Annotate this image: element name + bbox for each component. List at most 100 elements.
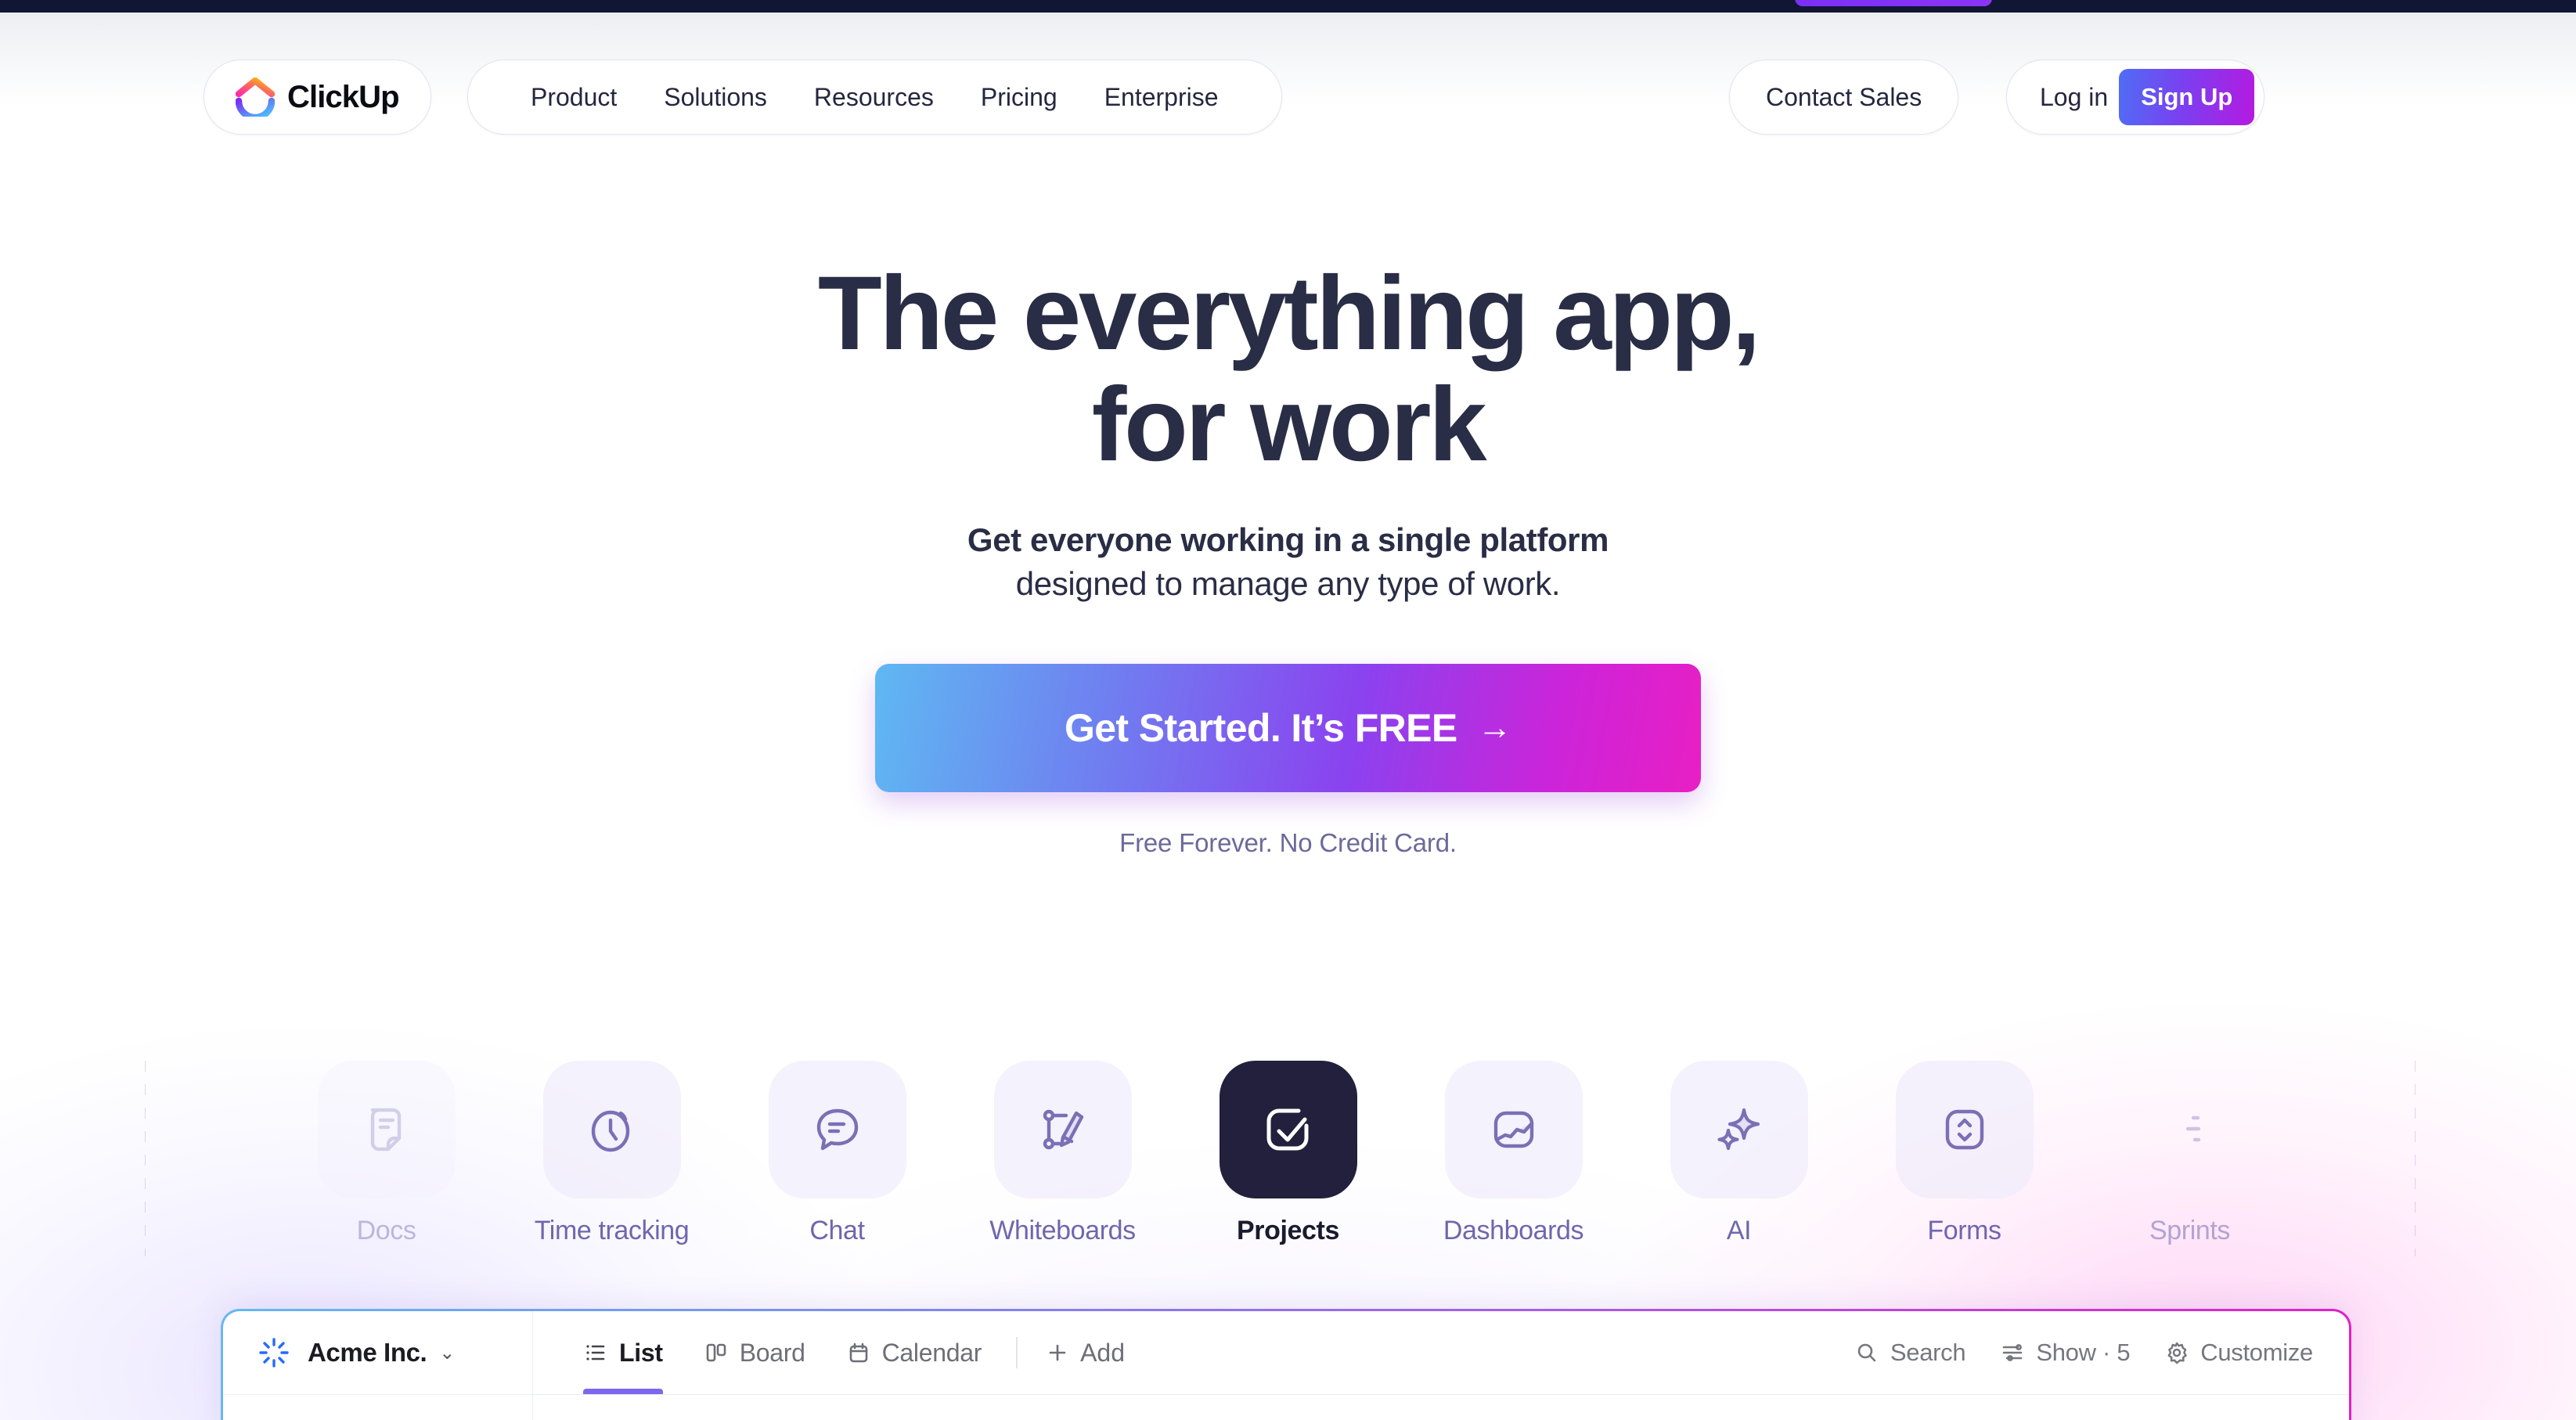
search-icon <box>1854 1340 1879 1365</box>
customize-button[interactable]: Customize <box>2164 1339 2313 1367</box>
landing-page: ClickUp Product Solutions Resources Pric… <box>0 0 2576 1420</box>
carousel-tile-time-tracking <box>542 1061 681 1198</box>
nav-item-resources[interactable]: Resources <box>791 59 957 135</box>
hero-title-line-1: The everything app, <box>817 255 1761 372</box>
hero-title: The everything app, for work <box>0 258 2576 481</box>
app-preview-panel: Acme Inc. ⌄ List Board Calendar Add Sear… <box>221 1309 2351 1420</box>
form-stepper-icon <box>1934 1099 1995 1160</box>
search-label: Search <box>1890 1339 1966 1366</box>
carousel-tile-docs <box>317 1061 456 1198</box>
carousel-label-time-tracking: Time tracking <box>534 1216 690 1245</box>
carousel-tile-projects <box>1219 1061 1357 1198</box>
carousel-tile-forms <box>1895 1061 2034 1198</box>
app-sidebar: Acme Inc. ⌄ <box>223 1311 533 1420</box>
gear-icon <box>2164 1340 2189 1365</box>
carousel-item-sprints[interactable]: Sprints <box>2077 1061 2303 1246</box>
sparkles-icon <box>1709 1099 1770 1160</box>
carousel-label-chat: Chat <box>809 1216 865 1245</box>
carousel-item-whiteboards[interactable]: Whiteboards <box>950 1061 1176 1246</box>
tab-list[interactable]: List <box>563 1311 683 1394</box>
carousel-label-sprints: Sprints <box>2149 1216 2231 1245</box>
hero-title-line-2: for work <box>1091 366 1487 484</box>
carousel-label-projects: Projects <box>1237 1216 1339 1245</box>
calendar-icon <box>846 1340 871 1365</box>
nav-item-product[interactable]: Product <box>507 59 640 135</box>
nav-item-solutions[interactable]: Solutions <box>640 59 791 135</box>
carousel-label-whiteboards: Whiteboards <box>989 1216 1136 1245</box>
show-filter-button[interactable]: Show · 5 <box>2000 1339 2131 1367</box>
carousel-label-ai: AI <box>1726 1216 1752 1245</box>
carousel-tile-chat <box>768 1061 906 1198</box>
carousel-tile-sprints <box>2121 1061 2259 1198</box>
whiteboard-icon <box>1032 1099 1093 1160</box>
workspace-switcher[interactable]: Acme Inc. ⌄ <box>223 1311 532 1394</box>
sliders-icon <box>2000 1340 2025 1365</box>
product-carousel: Docs Time tracking Chat Whiteboards Proj… <box>0 1061 2576 1256</box>
search-button[interactable]: Search <box>1854 1339 1966 1367</box>
announcement-cta-button[interactable] <box>1795 0 1992 6</box>
acme-starburst-icon <box>258 1336 290 1369</box>
add-view-button[interactable]: Add <box>1032 1339 1139 1368</box>
list-icon <box>583 1340 608 1365</box>
carousel-tile-whiteboards <box>993 1061 1132 1198</box>
carousel-divider-left <box>145 1061 146 1256</box>
primary-nav: Product Solutions Resources Pricing Ente… <box>467 59 1282 135</box>
hero-subtitle: Get everyone working in a single platfor… <box>0 518 2576 606</box>
login-link[interactable]: Log in <box>2040 83 2108 112</box>
toolbar-divider <box>1016 1337 1018 1368</box>
tab-calendar-label: Calendar <box>881 1338 982 1367</box>
workspace-name: Acme Inc. <box>308 1338 427 1367</box>
nav-item-enterprise[interactable]: Enterprise <box>1081 59 1242 135</box>
signup-button[interactable]: Sign Up <box>2119 69 2255 125</box>
carousel-item-docs[interactable]: Docs <box>274 1061 499 1246</box>
carousel-item-ai[interactable]: AI <box>1627 1061 1852 1246</box>
sprints-icon <box>2160 1099 2221 1160</box>
app-preview-inner: Acme Inc. ⌄ List Board Calendar Add Sear… <box>223 1311 2349 1420</box>
carousel-label-docs: Docs <box>356 1216 416 1245</box>
carousel-tile-dashboards <box>1444 1061 1583 1198</box>
hero-section: The everything app, for work Get everyon… <box>0 258 2576 858</box>
logo-wordmark: ClickUp <box>287 79 400 114</box>
tab-board[interactable]: Board <box>683 1311 826 1394</box>
chat-bubble-icon <box>807 1099 868 1160</box>
carousel-item-chat[interactable]: Chat <box>725 1061 950 1246</box>
hero-cta-wrap: Get Started. It’s FREE → <box>0 663 2576 792</box>
carousel-track: Docs Time tracking Chat Whiteboards Proj… <box>0 1061 2576 1256</box>
carousel-item-dashboards[interactable]: Dashboards <box>1401 1061 1627 1246</box>
add-view-label: Add <box>1080 1338 1126 1367</box>
show-filter-label: Show · 5 <box>2036 1339 2131 1366</box>
clock-icon <box>582 1099 643 1160</box>
tab-board-label: Board <box>739 1338 805 1367</box>
carousel-divider-right <box>2415 1061 2416 1256</box>
customize-label: Customize <box>2200 1339 2313 1366</box>
view-tabs: List Board Calendar Add <box>563 1311 1139 1394</box>
nav-item-pricing[interactable]: Pricing <box>957 59 1081 135</box>
cta-note: Free Forever. No Credit Card. <box>1119 827 1457 857</box>
chevron-down-icon: ⌄ <box>439 1342 456 1364</box>
carousel-item-forms[interactable]: Forms <box>1852 1061 2077 1246</box>
get-started-button[interactable]: Get Started. It’s FREE → <box>875 663 1701 792</box>
arrow-right-icon: → <box>1477 708 1512 747</box>
app-content-area <box>533 1394 2349 1420</box>
get-started-label: Get Started. It’s FREE <box>1064 705 1457 750</box>
app-toolbar: List Board Calendar Add Search Show · 5 … <box>533 1311 2349 1394</box>
carousel-item-time-tracking[interactable]: Time tracking <box>499 1061 725 1246</box>
logo-link[interactable]: ClickUp <box>204 59 431 135</box>
announcement-bar[interactable] <box>0 0 2576 13</box>
docs-icon <box>356 1099 417 1160</box>
contact-sales-button[interactable]: Contact Sales <box>1729 59 1959 135</box>
hero-subtitle-line-1: Get everyone working in a single platfor… <box>967 521 1609 559</box>
carousel-item-projects[interactable]: Projects <box>1176 1061 1401 1246</box>
carousel-tile-ai <box>1670 1061 1808 1198</box>
site-header: ClickUp Product Solutions Resources Pric… <box>0 56 2576 138</box>
contact-sales-label: Contact Sales <box>1766 82 1922 111</box>
hero-subtitle-line-2: designed to manage any type of work. <box>1015 564 1561 602</box>
plus-icon <box>1046 1341 1069 1364</box>
app-main: List Board Calendar Add Search Show · 5 … <box>533 1311 2349 1420</box>
tab-list-label: List <box>619 1338 663 1367</box>
clickup-logo-icon <box>236 77 275 117</box>
carousel-label-dashboards: Dashboards <box>1443 1216 1584 1245</box>
toolbar-actions: Search Show · 5 Customize <box>1854 1339 2313 1367</box>
tab-calendar[interactable]: Calendar <box>826 1311 1002 1394</box>
sidebar-body <box>223 1394 532 1420</box>
